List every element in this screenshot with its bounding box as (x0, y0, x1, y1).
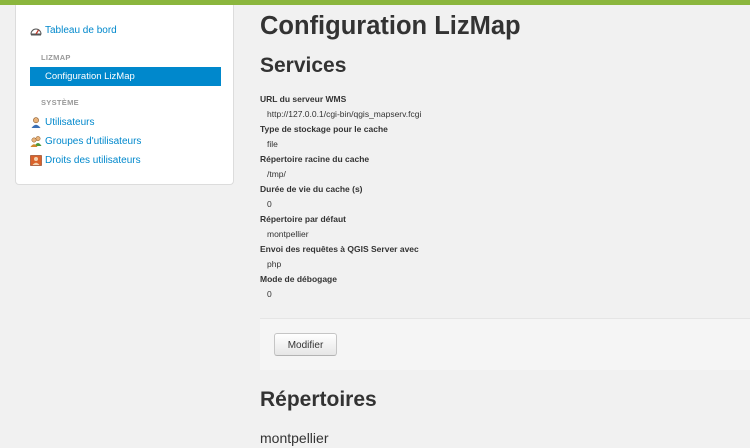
main-content: Configuration LizMap Services URL du ser… (260, 0, 750, 448)
field-label: Envoi des requêtes à QGIS Server avec (260, 244, 419, 254)
field-label: URL du serveur WMS (260, 94, 347, 104)
field-value: 0 (267, 289, 272, 299)
field-value: /tmp/ (267, 169, 286, 179)
field-label: Type de stockage pour le cache (260, 124, 388, 134)
field-value: http://127.0.0.1/cgi-bin/qgis_mapserv.fc… (267, 109, 422, 119)
sidebar-item-label: Droits des utilisateurs (45, 155, 141, 166)
page-title: Configuration LizMap (260, 12, 521, 40)
field-value: file (267, 139, 278, 149)
field-label: Durée de vie du cache (s) (260, 184, 363, 194)
sidebar-item-users[interactable]: Utilisateurs (30, 117, 94, 128)
user-icon (30, 117, 42, 128)
field-value: 0 (267, 199, 272, 209)
user-rights-icon (30, 155, 42, 166)
services-title: Services (260, 54, 347, 77)
sidebar-item-label: Utilisateurs (45, 117, 95, 128)
section-header-lizmap: LIZMAP (41, 53, 71, 62)
field-label: Mode de débogage (260, 274, 337, 284)
form-actions: Modifier (260, 318, 750, 370)
field-value: montpellier (267, 229, 309, 239)
field-label: Répertoire par défaut (260, 214, 346, 224)
section-header-system: SYSTÈME (41, 98, 79, 107)
sidebar-item-user-groups[interactable]: Groupes d'utilisateurs (30, 136, 141, 147)
services-definition-list: URL du serveur WMS http://127.0.0.1/cgi-… (260, 92, 740, 302)
sidebar-item-label: Groupes d'utilisateurs (45, 136, 142, 147)
sidebar-item-config-lizmap[interactable]: Configuration LizMap (30, 67, 221, 86)
field-value: php (267, 259, 282, 269)
sidebar-item-user-rights[interactable]: Droits des utilisateurs (30, 155, 141, 166)
field-label: Répertoire racine du cache (260, 154, 370, 164)
repositories-title: Répertoires (260, 388, 377, 411)
repository-name: montpellier (260, 430, 329, 446)
sidebar-item-dashboard[interactable]: Tableau de bord (30, 25, 117, 36)
dashboard-icon (30, 25, 42, 36)
sidebar-item-label: Tableau de bord (45, 25, 117, 36)
sidebar-nav: Tableau de bord LIZMAP Configuration Liz… (15, 5, 234, 185)
modify-button[interactable]: Modifier (274, 333, 337, 356)
group-icon (30, 136, 42, 147)
